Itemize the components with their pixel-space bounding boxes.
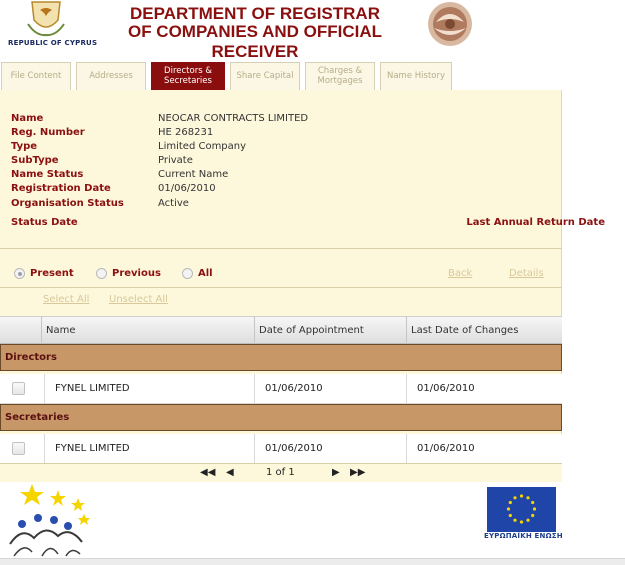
cyprus-coat-of-arms-icon	[27, 1, 65, 37]
tab-file-content[interactable]: File Content	[1, 62, 71, 90]
back-link[interactable]: Back	[448, 268, 472, 279]
radio-checked-icon	[14, 268, 25, 279]
organisation-status-value: Active	[158, 198, 189, 209]
next-page-icon[interactable]: ▶	[332, 467, 340, 478]
department-logo-icon	[428, 2, 472, 46]
department-title-line2: OF COMPANIES AND OFFICIAL RECEIVER	[127, 22, 383, 61]
divider	[0, 287, 562, 288]
officer-name: FYNEL LIMITED	[44, 434, 254, 464]
tab-name-history[interactable]: Name History	[380, 62, 452, 90]
status-date-label: Status Date	[11, 217, 78, 228]
company-name-value: NEOCAR CONTRACTS LIMITED	[158, 113, 309, 124]
radio-unchecked-icon	[96, 268, 107, 279]
last-change-date: 01/06/2010	[406, 374, 562, 404]
appointment-date: 01/06/2010	[254, 434, 406, 464]
registration-date-value: 01/06/2010	[158, 183, 216, 194]
present-radio[interactable]: Present	[14, 268, 74, 279]
eu-flag-icon	[487, 487, 556, 532]
reg-number-label: Reg. Number	[11, 127, 85, 138]
divider	[0, 248, 562, 249]
select-all-link[interactable]: Select All	[43, 294, 89, 305]
group-header-directors: Directors	[0, 344, 562, 371]
appointment-date: 01/06/2010	[254, 374, 406, 404]
all-radio[interactable]: All	[182, 268, 213, 279]
page-header: REPUBLIC OF CYPRUS DEPARTMENT OF REGISTR…	[0, 0, 625, 61]
horizontal-scrollbar[interactable]	[0, 558, 625, 565]
reg-number-value: HE 268231	[158, 127, 214, 138]
radio-unchecked-icon	[182, 268, 193, 279]
row-checkbox[interactable]	[12, 382, 25, 395]
role-filter: Present Previous All	[0, 264, 562, 288]
stars-people-logo-icon	[9, 484, 90, 557]
previous-radio[interactable]: Previous	[96, 268, 161, 279]
row-checkbox[interactable]	[12, 442, 25, 455]
last-page-icon[interactable]: ▶▶	[350, 467, 365, 478]
last-annual-return-date-label: Last Annual Return Date	[466, 217, 605, 228]
tab-addresses[interactable]: Addresses	[76, 62, 146, 90]
type-label: Type	[11, 141, 38, 152]
republic-of-cyprus-label: REPUBLIC OF CYPRUS	[8, 39, 98, 47]
tab-bar: File Content Addresses Directors & Secret…	[0, 62, 562, 90]
table-row[interactable]: FYNEL LIMITED 01/06/2010 01/06/2010	[0, 374, 562, 404]
table-row[interactable]: FYNEL LIMITED 01/06/2010 01/06/2010	[0, 434, 562, 464]
subtype-label: SubType	[11, 155, 59, 166]
department-title-line1: DEPARTMENT OF REGISTRAR	[130, 4, 380, 23]
name-status-value: Current Name	[158, 169, 229, 180]
details-link[interactable]: Details	[509, 268, 544, 279]
page-indicator: 1 of 1	[266, 467, 295, 478]
previous-page-icon[interactable]: ◀	[226, 467, 234, 478]
first-page-icon[interactable]: ◀◀	[200, 467, 215, 478]
tab-share-capital[interactable]: Share Capital	[230, 62, 300, 90]
tab-charges-mortgages[interactable]: Charges & Mortgages	[305, 62, 375, 90]
pager: ◀◀ ◀ 1 of 1 ▶ ▶▶	[0, 463, 562, 482]
group-header-secretaries: Secretaries	[0, 404, 562, 431]
organisation-status-label: Organisation Status	[11, 198, 124, 209]
column-header-name[interactable]: Name	[41, 317, 254, 344]
european-union-label: ΕΥΡΩΠΑΪΚΗ ΕΝΩΣΗ	[484, 532, 563, 540]
tab-directors-secretaries[interactable]: Directors & Secretaries	[151, 62, 225, 90]
name-label: Name	[11, 113, 44, 124]
registration-date-label: Registration Date	[11, 183, 111, 194]
column-header-date-of-appointment[interactable]: Date of Appointment	[254, 317, 406, 344]
officer-name: FYNEL LIMITED	[44, 374, 254, 404]
subtype-value: Private	[158, 155, 193, 166]
table-header: Name Date of Appointment Last Date of Ch…	[0, 316, 562, 344]
checkbox-column-header	[0, 317, 41, 344]
name-status-label: Name Status	[11, 169, 84, 180]
column-header-last-date-of-changes[interactable]: Last Date of Changes	[406, 317, 562, 344]
last-change-date: 01/06/2010	[406, 434, 562, 464]
type-value: Limited Company	[158, 141, 247, 152]
unselect-all-link[interactable]: Unselect All	[109, 294, 168, 305]
